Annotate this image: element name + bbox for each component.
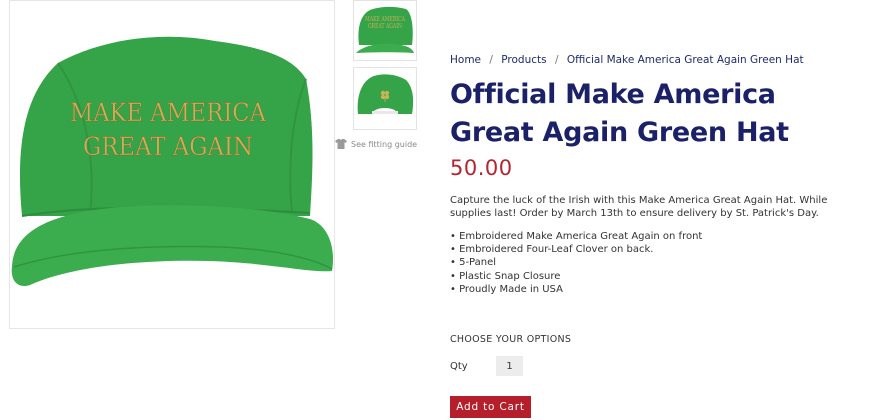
feature-item: Embroidered Make America Great Again on … [450,230,702,243]
main-product-image[interactable]: MAKE AMERICA GREAT AGAIN [9,0,335,329]
thumbnail-back[interactable] [353,67,417,130]
tshirt-icon [335,139,347,149]
hat-front-line-1: MAKE AMERICA [70,98,267,127]
options-heading: CHOOSE YOUR OPTIONS [450,334,572,345]
product-description: Capture the luck of the Irish with this … [450,195,828,219]
feature-item: Embroidered Four-Leaf Clover on back. [450,243,702,256]
green-hat-front-thumb: MAKE AMERICA GREAT AGAIN [356,6,414,53]
fitting-guide-link[interactable]: See fitting guide [335,138,417,150]
breadcrumb-separator: / [554,54,559,66]
product-title: Official Make America Great Again Green … [450,79,789,148]
breadcrumb-separator: / [489,54,493,66]
breadcrumb-home[interactable]: Home [450,54,481,66]
qty-input[interactable] [496,356,523,376]
feature-item: Plastic Snap Closure [450,270,702,283]
breadcrumb-products[interactable]: Products [501,54,546,66]
product-features-list: Embroidered Make America Great Again on … [450,230,702,296]
green-hat-back-thumb [357,74,414,114]
feature-item: 5-Panel [450,256,702,269]
fitting-guide-label: See fitting guide [351,139,418,149]
add-to-cart-button[interactable]: Add to Cart [450,396,531,418]
hat-front-line-2: GREAT AGAIN [83,132,253,161]
thumbnail-front[interactable]: MAKE AMERICA GREAT AGAIN [353,0,417,61]
breadcrumb: Home / Products / Official Make America … [450,54,804,66]
green-hat-front-image: MAKE AMERICA GREAT AGAIN [11,36,334,287]
feature-item: Proudly Made in USA [450,283,702,296]
qty-label: Qty [450,361,468,372]
breadcrumb-current: Official Make America Great Again Green … [566,54,804,66]
thumb-front-line-2: GREAT AGAIN [368,23,402,30]
thumb-front-line-1: MAKE AMERICA [365,16,406,23]
product-price: 50.00 [450,156,513,180]
